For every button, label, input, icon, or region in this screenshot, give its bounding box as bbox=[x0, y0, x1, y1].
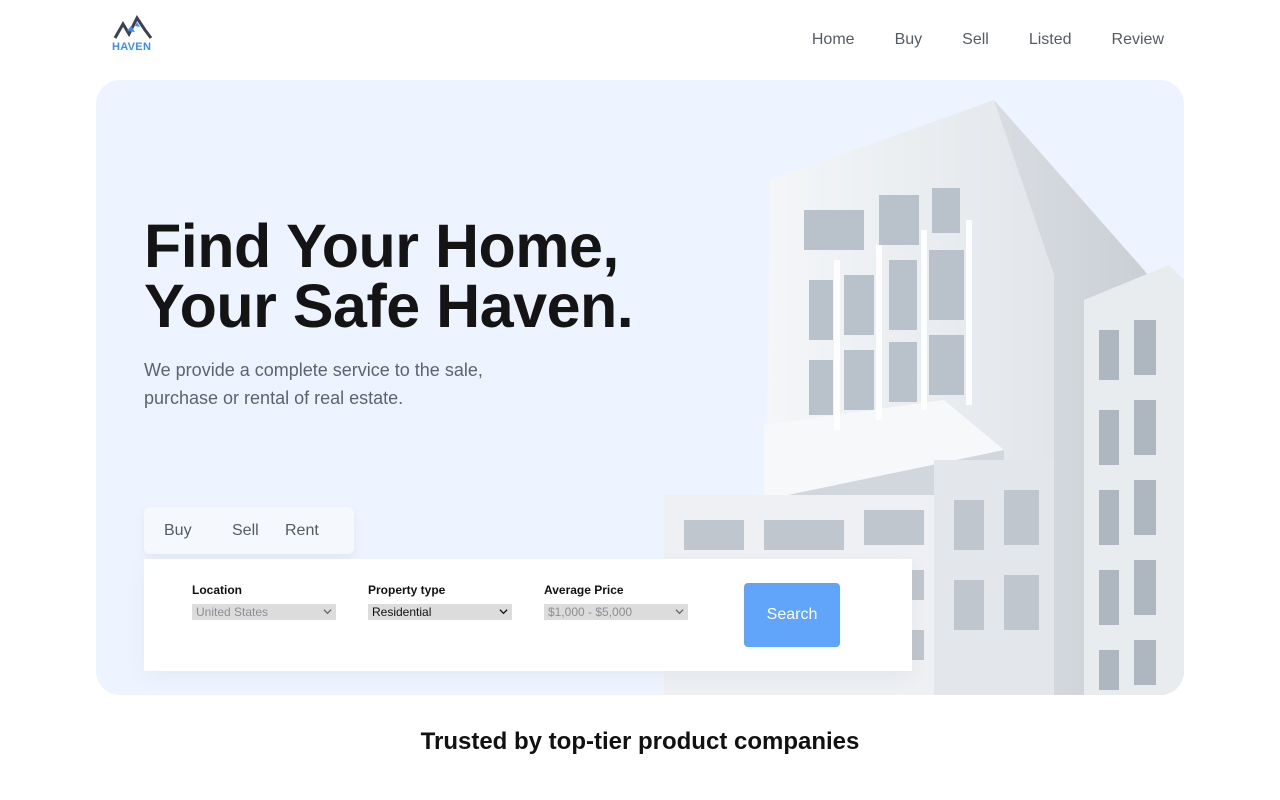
tab-buy[interactable]: Buy bbox=[164, 522, 232, 540]
tab-sell[interactable]: Sell bbox=[232, 522, 285, 540]
hero-title-line-2: Your Safe Haven. bbox=[144, 272, 634, 340]
nav-buy[interactable]: Buy bbox=[895, 30, 923, 50]
main-nav: Home Buy Sell Listed Review bbox=[812, 30, 1164, 50]
search-panel: Location United States Property type Res… bbox=[144, 559, 912, 671]
haven-logo[interactable]: HAVEN bbox=[111, 14, 155, 56]
average-price-field: Average Price $1,000 - $5,000 bbox=[544, 583, 688, 620]
mountain-logo-icon bbox=[113, 15, 153, 39]
property-type-value: Residential bbox=[372, 605, 432, 619]
search-button[interactable]: Search bbox=[744, 583, 840, 647]
trusted-heading: Trusted by top-tier product companies bbox=[420, 728, 860, 755]
average-price-value: $1,000 - $5,000 bbox=[548, 605, 633, 619]
location-field: Location United States bbox=[192, 583, 336, 620]
chevron-down-icon bbox=[499, 609, 508, 615]
location-label: Location bbox=[192, 583, 242, 597]
property-type-select[interactable]: Residential bbox=[368, 604, 512, 620]
nav-sell[interactable]: Sell bbox=[962, 30, 989, 50]
nav-home[interactable]: Home bbox=[812, 30, 855, 50]
property-type-field: Property type Residential bbox=[368, 583, 512, 620]
hero-subtitle-line-1: We provide a complete service to the sal… bbox=[144, 360, 483, 380]
tab-rent[interactable]: Rent bbox=[285, 522, 319, 540]
hero-title-line-1: Find Your Home, bbox=[144, 212, 619, 280]
location-select[interactable]: United States bbox=[192, 604, 336, 620]
hero-subtitle: We provide a complete service to the sal… bbox=[144, 356, 524, 412]
site-header: HAVEN Home Buy Sell Listed Review bbox=[0, 0, 1280, 80]
logo-wordmark: HAVEN bbox=[112, 41, 152, 53]
nav-review[interactable]: Review bbox=[1112, 30, 1164, 50]
chevron-down-icon bbox=[675, 609, 684, 615]
nav-listed[interactable]: Listed bbox=[1029, 30, 1072, 50]
chevron-down-icon bbox=[323, 609, 332, 615]
location-value: United States bbox=[196, 605, 269, 619]
search-tabs: Buy Sell Rent bbox=[144, 507, 354, 554]
property-type-label: Property type bbox=[368, 583, 446, 597]
average-price-select[interactable]: $1,000 - $5,000 bbox=[544, 604, 688, 620]
average-price-label: Average Price bbox=[544, 583, 624, 597]
hero-subtitle-line-2: purchase or rental of real estate. bbox=[144, 388, 404, 408]
hero-title: Find Your Home, Your Safe Haven. bbox=[144, 216, 634, 337]
